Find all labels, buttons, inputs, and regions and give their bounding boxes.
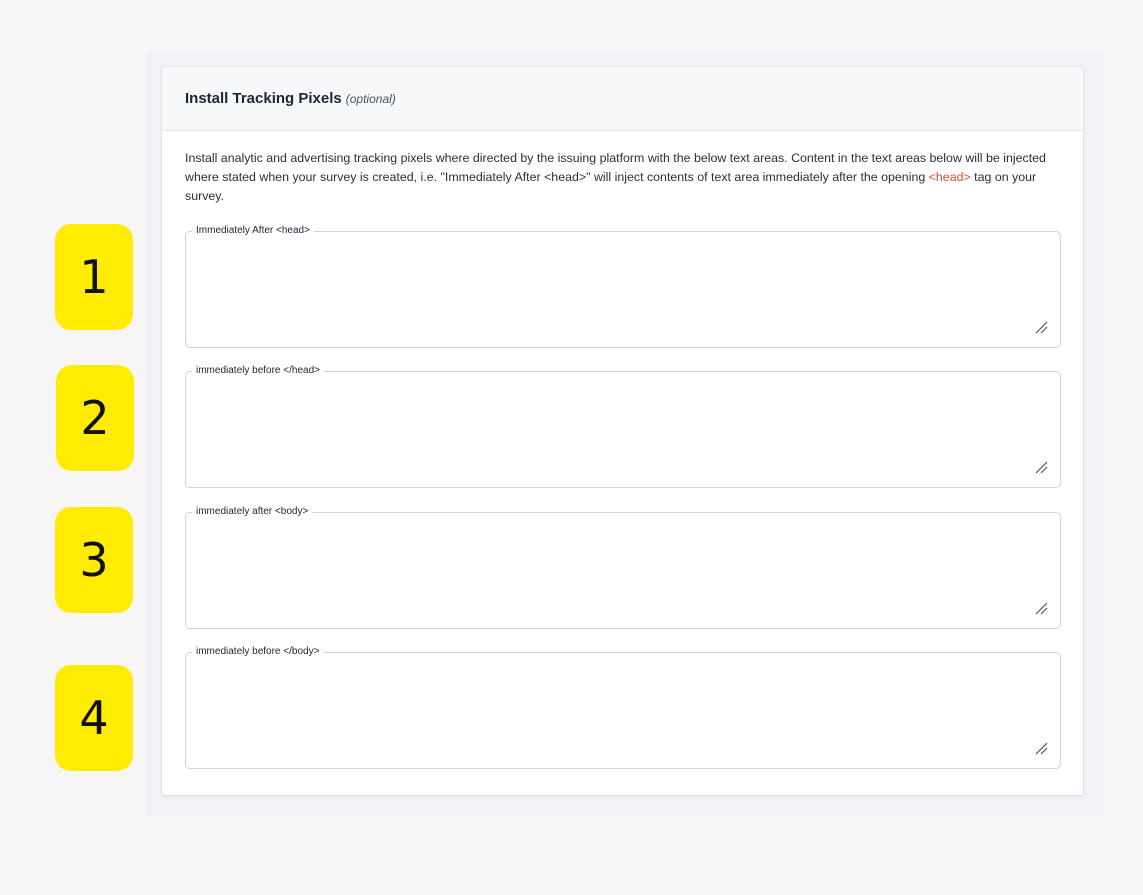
textarea-before-body-close[interactable] [186, 653, 1060, 768]
resize-grip-icon[interactable] [1034, 320, 1048, 334]
field-after-body: immediately after <body> [185, 505, 1061, 629]
step-badge-2: 2 [56, 365, 134, 471]
panel-description: Install analytic and advertising trackin… [185, 149, 1060, 206]
panel-title-optional: (optional) [345, 91, 396, 106]
field-before-body-close: immediately before </body> [185, 645, 1061, 769]
textarea-after-body[interactable] [186, 513, 1060, 628]
step-badge-4: 4 [55, 665, 133, 771]
step-badge-3: 3 [55, 507, 133, 613]
step-badge-1: 1 [55, 224, 133, 330]
textarea-before-head-close[interactable] [186, 372, 1060, 487]
panel-header: Install Tracking Pixels (optional) [162, 67, 1083, 131]
field-before-head-close: immediately before </head> [185, 364, 1061, 488]
description-code: <head> [928, 170, 971, 184]
textarea-after-head[interactable] [186, 232, 1060, 347]
panel-title: Install Tracking Pixels [185, 90, 342, 107]
resize-grip-icon[interactable] [1034, 460, 1048, 474]
resize-grip-icon[interactable] [1034, 741, 1048, 755]
description-text: Install analytic and advertising trackin… [185, 151, 1046, 184]
resize-grip-icon[interactable] [1034, 601, 1048, 615]
tracking-pixels-panel: Install Tracking Pixels (optional) Insta… [161, 66, 1084, 796]
field-after-head: Immediately After <head> [185, 224, 1061, 348]
